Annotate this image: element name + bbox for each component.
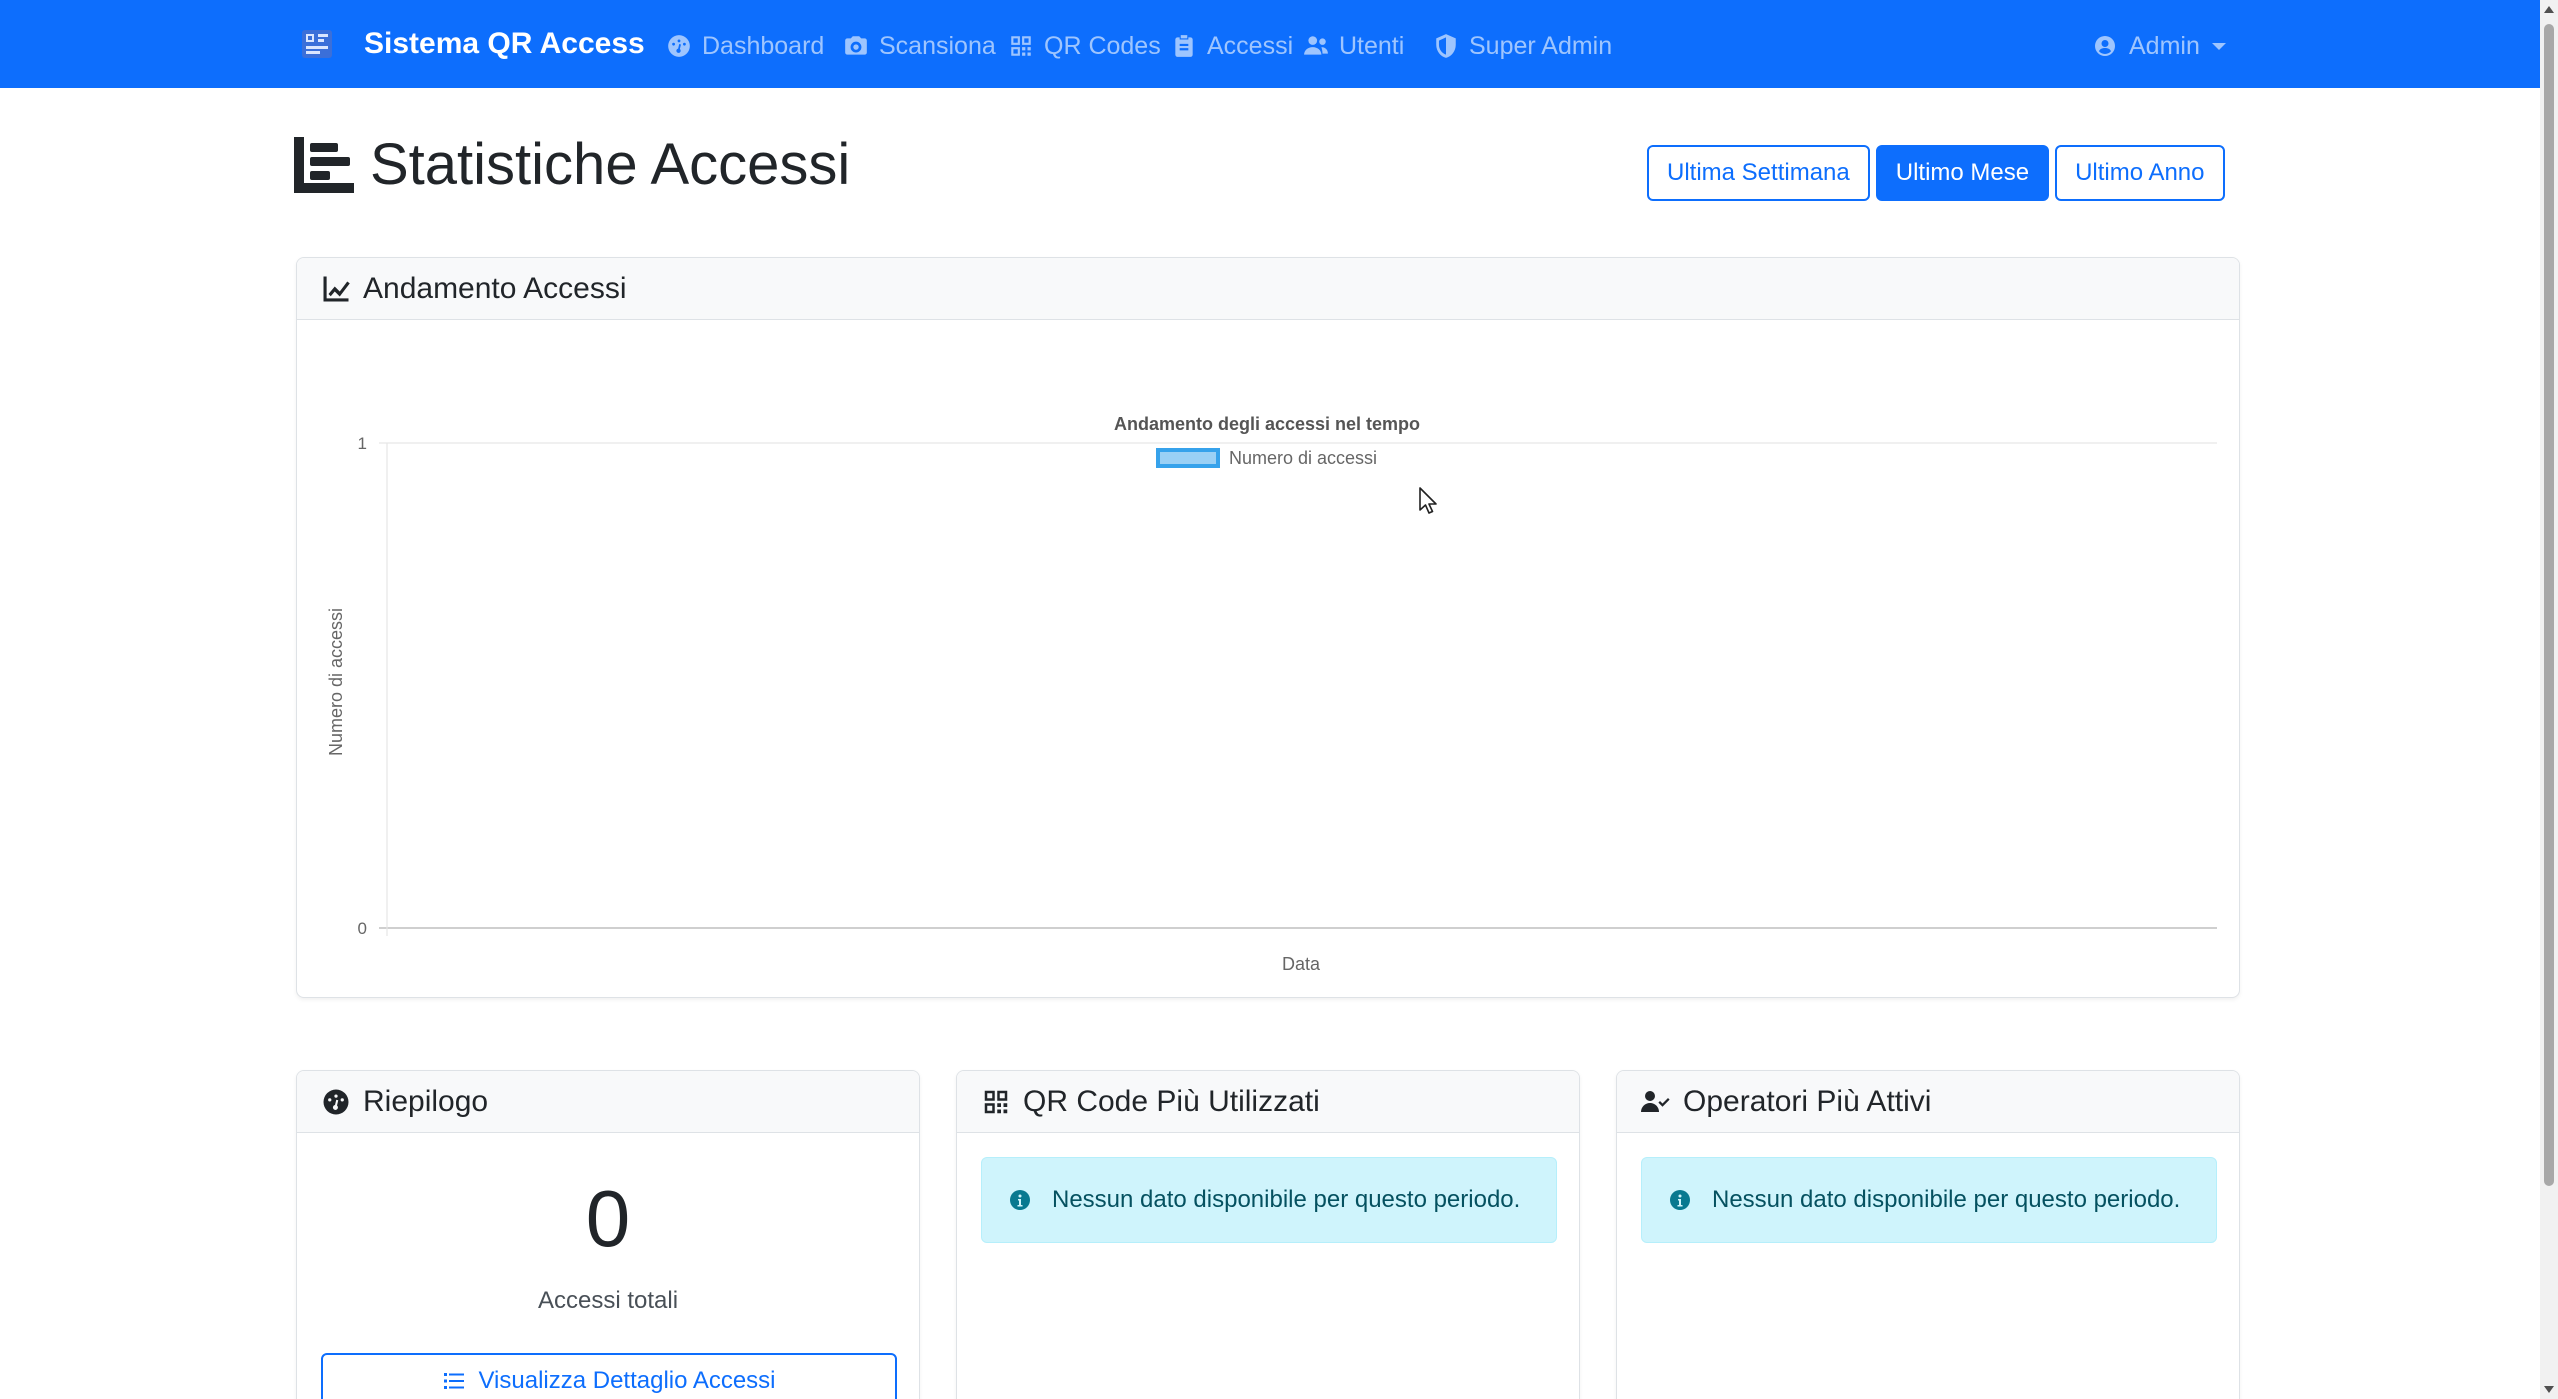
chart-legend[interactable]: Numero di accessi — [1156, 448, 1377, 468]
nav-item-accessi[interactable]: Accessi — [1171, 28, 1293, 64]
info-circle-icon — [1670, 1190, 1690, 1210]
y-tick-label: 0 — [358, 919, 367, 938]
top-operators-card: Operatori Più Attivi Nessun dato disponi… — [1616, 1070, 2240, 1399]
nav-label: Utenti — [1339, 31, 1405, 60]
gauge-icon — [323, 1089, 349, 1114]
nav-label: Dashboard — [702, 31, 825, 60]
y-axis: 01 — [358, 434, 367, 938]
x-axis-label: Data — [1282, 954, 1321, 974]
legend-swatch — [1156, 448, 1220, 468]
brand-title[interactable]: Sistema QR Access — [364, 26, 645, 62]
card-header: Operatori Più Attivi — [1617, 1071, 2239, 1133]
nav-label: QR Codes — [1044, 31, 1161, 60]
chart-grid — [379, 442, 2217, 936]
access-trend-card: Andamento Accessi Andamento degli access… — [296, 257, 2240, 998]
range-year-button[interactable]: Ultimo Anno — [2055, 145, 2225, 201]
nav-label: Scansiona — [879, 31, 996, 60]
nav-item-scansiona[interactable]: Scansiona — [843, 28, 996, 64]
nav-item-utenti[interactable]: Utenti — [1303, 28, 1404, 64]
card-header: QR Code Più Utilizzati — [957, 1071, 1579, 1133]
user-name: Admin — [2129, 31, 2200, 60]
page-scrollbar[interactable] — [2540, 0, 2558, 1399]
summary-card: Riepilogo 0 Accessi totali Visualizza De… — [296, 1070, 920, 1399]
qrcode-icon — [1011, 36, 1031, 56]
list-icon — [444, 1373, 465, 1389]
user-check-icon — [1641, 1090, 1670, 1112]
scroll-up-icon[interactable] — [2544, 6, 2554, 13]
qrcode-icon — [984, 1090, 1008, 1113]
total-accesses-value: 0 — [585, 1174, 631, 1263]
camera-icon — [845, 36, 867, 55]
y-tick-label: 1 — [358, 434, 367, 453]
total-accesses-label: Accessi totali — [537, 1287, 679, 1314]
brand-logo-icon[interactable] — [300, 28, 334, 60]
empty-data-alert: Nessun dato disponibile per questo perio… — [981, 1157, 1557, 1243]
chevron-down-icon — [2211, 42, 2226, 50]
user-circle-icon — [2095, 36, 2115, 56]
card-header: Riepilogo — [297, 1071, 919, 1133]
y-axis-label: Numero di accessi — [326, 608, 346, 756]
info-circle-icon — [1010, 1190, 1030, 1210]
alert-message: Nessun dato disponibile per questo perio… — [1712, 1186, 2181, 1213]
mouse-pointer-icon — [1419, 487, 1437, 514]
scroll-thumb[interactable] — [2544, 24, 2554, 1186]
clipboard-icon — [1175, 35, 1193, 57]
chart-line-icon — [323, 276, 350, 301]
gauge-icon — [668, 35, 690, 57]
nav-item-dashboard[interactable]: Dashboard — [666, 28, 824, 64]
view-access-detail-button[interactable]: Visualizza Dettaglio Accessi — [321, 1353, 897, 1399]
nav-label: Accessi — [1207, 31, 1294, 60]
chart-title: Andamento degli accessi nel tempo — [1114, 414, 1420, 434]
alert-message: Nessun dato disponibile per questo perio… — [1052, 1186, 1521, 1213]
card-title: QR Code Più Utilizzati — [1023, 1084, 1320, 1118]
navbar: Sistema QR Access Dashboard Scansiona QR… — [0, 0, 2540, 88]
user-menu-dropdown[interactable]: Admin — [2093, 28, 2226, 64]
button-label: Visualizza Dettaglio Accessi — [478, 1367, 776, 1394]
empty-data-alert: Nessun dato disponibile per questo perio… — [1641, 1157, 2217, 1243]
scroll-down-icon[interactable] — [2544, 1386, 2554, 1393]
access-chart[interactable]: Andamento degli accessi nel tempo Numero… — [297, 320, 2239, 996]
page-title: Statistiche Accessi — [370, 132, 851, 197]
top-qr-codes-card: QR Code Più Utilizzati Nessun dato dispo… — [956, 1070, 1580, 1399]
nav-label: Super Admin — [1469, 31, 1613, 60]
users-icon — [1304, 36, 1328, 55]
shield-icon — [1436, 34, 1456, 58]
card-title: Andamento Accessi — [363, 271, 627, 305]
date-range-group: Ultima Settimana Ultimo Mese Ultimo Anno — [1647, 145, 2225, 201]
card-title: Operatori Più Attivi — [1683, 1084, 1932, 1118]
card-header: Andamento Accessi — [297, 258, 2239, 320]
range-month-button[interactable]: Ultimo Mese — [1875, 145, 2050, 201]
nav-item-qr-codes[interactable]: QR Codes — [1008, 28, 1161, 64]
page-header: Statistiche Accessi — [294, 128, 850, 202]
nav-item-super-admin[interactable]: Super Admin — [1433, 28, 1612, 64]
range-week-button[interactable]: Ultima Settimana — [1647, 145, 1870, 201]
chart-bar-icon — [294, 137, 354, 193]
card-title: Riepilogo — [363, 1084, 489, 1118]
legend-label: Numero di accessi — [1229, 448, 1377, 468]
